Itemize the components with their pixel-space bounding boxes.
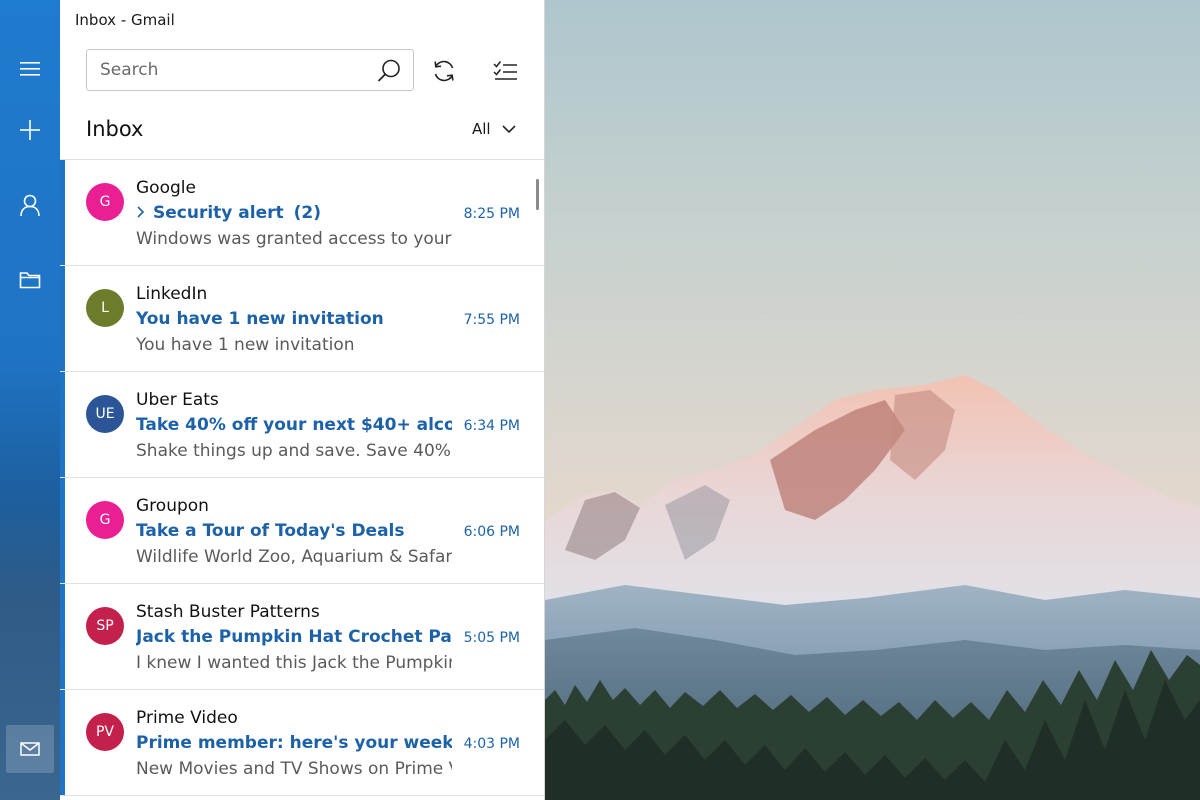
message-item[interactable]: L LinkedIn You have 1 new invitation 7:5… bbox=[60, 266, 544, 372]
message-preview: Wildlife World Zoo, Aquarium & Safari bbox=[136, 547, 452, 567]
mail-icon bbox=[20, 742, 40, 756]
message-time: 5:05 PM bbox=[463, 630, 520, 646]
message-sender: Google bbox=[136, 178, 196, 198]
folders-icon bbox=[19, 272, 41, 289]
new-mail-button[interactable] bbox=[0, 106, 60, 154]
mountain-landscape-image bbox=[545, 375, 1200, 800]
message-list: G Google Security alert (2) 8:25 PM Windo… bbox=[60, 159, 544, 796]
unread-indicator bbox=[60, 266, 65, 371]
subject-row: Jack the Pumpkin Hat Crochet Pattern bbox=[136, 627, 452, 649]
message-item[interactable]: G Google Security alert (2) 8:25 PM Windo… bbox=[60, 160, 544, 266]
message-preview: Shake things up and save. Save 40% o bbox=[136, 441, 452, 461]
message-item[interactable]: UE Uber Eats Take 40% off your next $40+… bbox=[60, 372, 544, 478]
search-icon[interactable] bbox=[376, 58, 402, 88]
avatar: PV bbox=[86, 713, 124, 751]
message-time: 6:34 PM bbox=[463, 418, 520, 434]
background-wallpaper bbox=[545, 0, 1200, 800]
filter-label: All bbox=[472, 120, 491, 138]
message-preview: You have 1 new invitation bbox=[136, 335, 355, 355]
menu-icon bbox=[20, 62, 40, 76]
accounts-icon bbox=[20, 194, 40, 217]
message-sender: LinkedIn bbox=[136, 284, 208, 304]
message-preview: New Movies and TV Shows on Prime V bbox=[136, 759, 452, 779]
new-mail-icon bbox=[20, 120, 40, 140]
sync-icon bbox=[434, 60, 454, 82]
avatar: G bbox=[86, 183, 124, 221]
search-box[interactable] bbox=[86, 49, 414, 91]
folder-title: Inbox bbox=[86, 117, 144, 141]
scrollbar-thumb[interactable] bbox=[536, 179, 539, 210]
message-item[interactable]: G Groupon Take a Tour of Today's Deals 6… bbox=[60, 478, 544, 584]
accounts-button[interactable] bbox=[0, 181, 60, 229]
avatar: L bbox=[86, 289, 124, 327]
message-subject: Take 40% off your next $40+ alcohol bbox=[136, 415, 452, 435]
unread-indicator bbox=[60, 478, 65, 583]
message-subject: You have 1 new invitation bbox=[136, 309, 384, 329]
avatar: G bbox=[86, 501, 124, 539]
menu-button[interactable] bbox=[0, 45, 60, 93]
nav-rail bbox=[0, 0, 60, 800]
message-subject: Security alert bbox=[153, 203, 284, 223]
message-sender: Uber Eats bbox=[136, 390, 219, 410]
chevron-down-icon bbox=[502, 125, 516, 134]
thread-count: (2) bbox=[293, 203, 322, 223]
folders-button[interactable] bbox=[0, 256, 60, 304]
message-subject: Jack the Pumpkin Hat Crochet Pattern bbox=[136, 627, 452, 647]
window-title: Inbox - Gmail bbox=[75, 11, 175, 29]
message-sender: Stash Buster Patterns bbox=[136, 602, 320, 622]
message-time: 8:25 PM bbox=[463, 206, 520, 222]
avatar: SP bbox=[86, 607, 124, 645]
subject-row: You have 1 new invitation bbox=[136, 309, 452, 331]
message-subject: Prime member: here's your weekly Pr bbox=[136, 733, 452, 753]
message-preview: Windows was granted access to your G bbox=[136, 229, 452, 249]
expand-thread-icon[interactable] bbox=[136, 205, 146, 219]
message-subject: Take a Tour of Today's Deals bbox=[136, 521, 405, 541]
message-sender: Groupon bbox=[136, 496, 209, 516]
unread-indicator bbox=[60, 584, 65, 689]
mail-button[interactable] bbox=[6, 725, 54, 773]
checklist-icon bbox=[493, 61, 517, 80]
subject-row: Take a Tour of Today's Deals bbox=[136, 521, 452, 543]
message-item[interactable]: PV Prime Video Prime member: here's your… bbox=[60, 690, 544, 796]
filter-dropdown[interactable]: All bbox=[472, 120, 517, 138]
subject-row: Take 40% off your next $40+ alcohol bbox=[136, 415, 452, 437]
selection-mode-button[interactable] bbox=[490, 56, 520, 86]
unread-indicator bbox=[60, 372, 65, 477]
message-item[interactable]: SP Stash Buster Patterns Jack the Pumpki… bbox=[60, 584, 544, 690]
search-input[interactable] bbox=[100, 59, 370, 81]
message-time: 4:03 PM bbox=[463, 736, 520, 752]
message-time: 7:55 PM bbox=[463, 312, 520, 328]
mail-list-pane: Inbox - Gmail Inbox All bbox=[60, 0, 545, 800]
subject-row: Prime member: here's your weekly Pr bbox=[136, 733, 452, 755]
message-preview: I knew I wanted this Jack the Pumpkin bbox=[136, 653, 452, 673]
unread-indicator bbox=[60, 690, 65, 795]
message-sender: Prime Video bbox=[136, 708, 238, 728]
sync-button[interactable] bbox=[429, 56, 459, 86]
unread-indicator bbox=[60, 160, 65, 265]
message-time: 6:06 PM bbox=[463, 524, 520, 540]
avatar: UE bbox=[86, 395, 124, 433]
subject-row: Security alert (2) bbox=[136, 203, 452, 225]
